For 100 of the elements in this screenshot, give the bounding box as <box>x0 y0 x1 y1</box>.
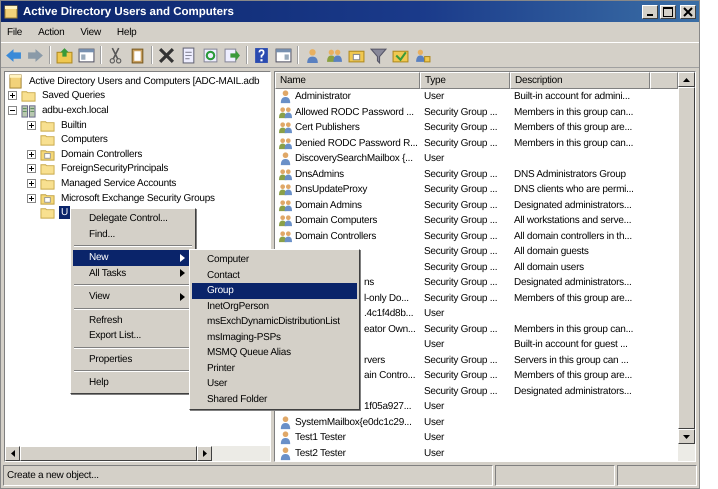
name-cell[interactable]: DnsUpdateProxy <box>295 184 368 196</box>
group-icon <box>278 120 293 136</box>
expand-icon[interactable] <box>27 150 36 159</box>
type-cell-text: Security Group ... <box>423 184 498 196</box>
help-icon[interactable] <box>253 46 270 64</box>
name-cell[interactable]: Cert Publishers <box>295 122 360 134</box>
action-pane-icon[interactable] <box>275 46 292 64</box>
export-icon[interactable] <box>224 46 241 64</box>
scroll-right-button[interactable] <box>197 446 212 461</box>
refresh-icon[interactable] <box>202 46 219 64</box>
name-cell[interactable]: DnsAdmins <box>295 168 344 180</box>
tree-item[interactable]: Domain Controllers <box>59 148 144 161</box>
tree-item[interactable]: Active Directory Users and Computers [ADC-MAIL.adb <box>27 74 262 88</box>
type-cell-text: User <box>423 153 446 164</box>
delete-icon[interactable] <box>158 46 175 64</box>
user-icon[interactable] <box>304 46 321 64</box>
context-menu-item[interactable]: Help <box>73 375 193 390</box>
minimize-icon <box>647 14 653 16</box>
description-cell-text: Built-in account for admini... <box>513 91 631 102</box>
name-cell[interactable]: Domain Admins <box>295 200 362 211</box>
tree-item[interactable]: Managed Service Accounts <box>59 176 178 190</box>
close-button[interactable] <box>680 4 696 18</box>
menu-item[interactable]: View <box>80 26 101 38</box>
expand-icon[interactable] <box>8 91 17 100</box>
column-header[interactable]: Name <box>275 72 420 89</box>
tree-item[interactable]: adbu-exch.local <box>40 104 110 117</box>
description-cell-text: Built-in account for guest ... <box>513 339 629 350</box>
context-menu-item[interactable]: Refresh <box>73 312 193 328</box>
column-header[interactable] <box>650 72 678 89</box>
submenu-item[interactable]: User <box>192 376 357 392</box>
description-cell-text: Members of this group are... <box>513 122 634 134</box>
submenu-item[interactable]: InetOrgPerson <box>192 298 357 314</box>
name-cell[interactable]: Administrator <box>295 91 351 102</box>
name-cell[interactable]: Denied RODC Password R... <box>295 138 418 149</box>
type-cell-text: Security Group ... <box>423 215 498 226</box>
collapse-icon[interactable] <box>8 106 17 115</box>
name-cell[interactable]: Test1 Tester <box>295 432 346 444</box>
submenu-item[interactable]: Contact <box>192 268 357 283</box>
column-header[interactable]: Type <box>420 72 510 89</box>
scroll-up-button[interactable] <box>678 72 695 87</box>
name-cell[interactable]: ns <box>364 277 374 288</box>
name-cell[interactable]: .4c1f4d8b... <box>364 308 414 320</box>
name-cell[interactable]: rvers <box>364 354 385 366</box>
description-cell-text: All domain users <box>513 262 585 273</box>
tree-item[interactable]: U <box>59 206 70 220</box>
name-cell[interactable]: Allowed RODC Password ... <box>295 106 414 118</box>
name-cell[interactable]: Domain Computers <box>295 215 378 226</box>
tree-item[interactable]: ForeignSecurityPrincipals <box>59 162 170 176</box>
description-cell-text: Members in this group can... <box>513 138 634 149</box>
filter-icon[interactable] <box>370 46 387 64</box>
name-cell[interactable]: eator Own... <box>364 324 416 335</box>
description-cell-text: Members of this group are... <box>513 370 634 382</box>
tree-pane-icon[interactable] <box>78 46 95 64</box>
tree-item[interactable]: Microsoft Exchange Security Groups <box>59 192 217 205</box>
scroll-down-button[interactable] <box>678 429 695 444</box>
submenu-item[interactable]: MSMQ Queue Alias <box>192 345 357 360</box>
description-cell-text: All workstations and serve... <box>513 215 632 226</box>
expand-icon[interactable] <box>27 120 36 130</box>
tree-item[interactable]: Builtin <box>59 118 88 132</box>
context-menu-item[interactable]: Delegate Control... <box>73 211 193 226</box>
expand-icon[interactable] <box>27 164 36 174</box>
add-to-group-icon[interactable] <box>414 46 431 64</box>
name-cell[interactable]: DiscoverySearchMailbox {... <box>295 153 413 164</box>
expand-icon[interactable] <box>27 194 36 203</box>
name-cell[interactable]: 1f05a927... <box>364 401 412 412</box>
properties-icon[interactable] <box>180 46 197 64</box>
minimize-button[interactable] <box>642 4 658 18</box>
name-cell[interactable]: ain Contro... <box>364 370 416 382</box>
type-cell-text: Security Group ... <box>423 246 498 258</box>
context-menu-item[interactable]: Export List... <box>73 328 193 344</box>
column-header[interactable]: Description <box>510 72 650 89</box>
scroll-left-button[interactable] <box>5 446 20 461</box>
name-cell[interactable]: SystemMailbox{e0dc1c29... <box>295 416 412 428</box>
maximize-button[interactable] <box>660 4 676 18</box>
menu-item[interactable]: Action <box>38 26 64 38</box>
type-cell-text: User <box>423 339 446 350</box>
scroll-thumb[interactable] <box>20 446 197 461</box>
menu-item[interactable]: Help <box>116 26 136 38</box>
context-menu-item[interactable]: View <box>73 289 193 304</box>
context-menu-item[interactable]: All Tasks <box>73 266 193 281</box>
description-cell-text: Members in this group can... <box>513 106 634 118</box>
context-menu-item[interactable]: Find... <box>73 226 193 242</box>
submenu-item[interactable]: Shared Folder <box>192 392 357 407</box>
menu-item[interactable]: File <box>7 26 22 38</box>
submenu-item[interactable]: Computer <box>192 252 357 268</box>
clipboard-icon[interactable] <box>129 46 146 64</box>
scissors-icon[interactable] <box>107 46 124 64</box>
group-icon[interactable] <box>326 46 343 64</box>
expand-icon[interactable] <box>27 178 36 188</box>
submenu-item[interactable]: msExchDynamicDistributionList <box>192 314 357 330</box>
tree-item[interactable]: Saved Queries <box>40 89 107 102</box>
name-cell[interactable]: Test2 Tester <box>295 448 346 459</box>
name-cell[interactable]: l-only Do... <box>364 292 409 304</box>
context-menu-item[interactable]: Properties <box>73 352 193 367</box>
tree-item[interactable]: Computers <box>59 133 110 146</box>
submenu-item[interactable]: Group <box>192 283 357 298</box>
scroll-thumb[interactable] <box>678 87 695 429</box>
submenu-item[interactable]: msImaging-PSPs <box>192 330 357 345</box>
name-cell[interactable]: Domain Controllers <box>295 230 376 242</box>
submenu-item[interactable]: Printer <box>192 360 357 376</box>
